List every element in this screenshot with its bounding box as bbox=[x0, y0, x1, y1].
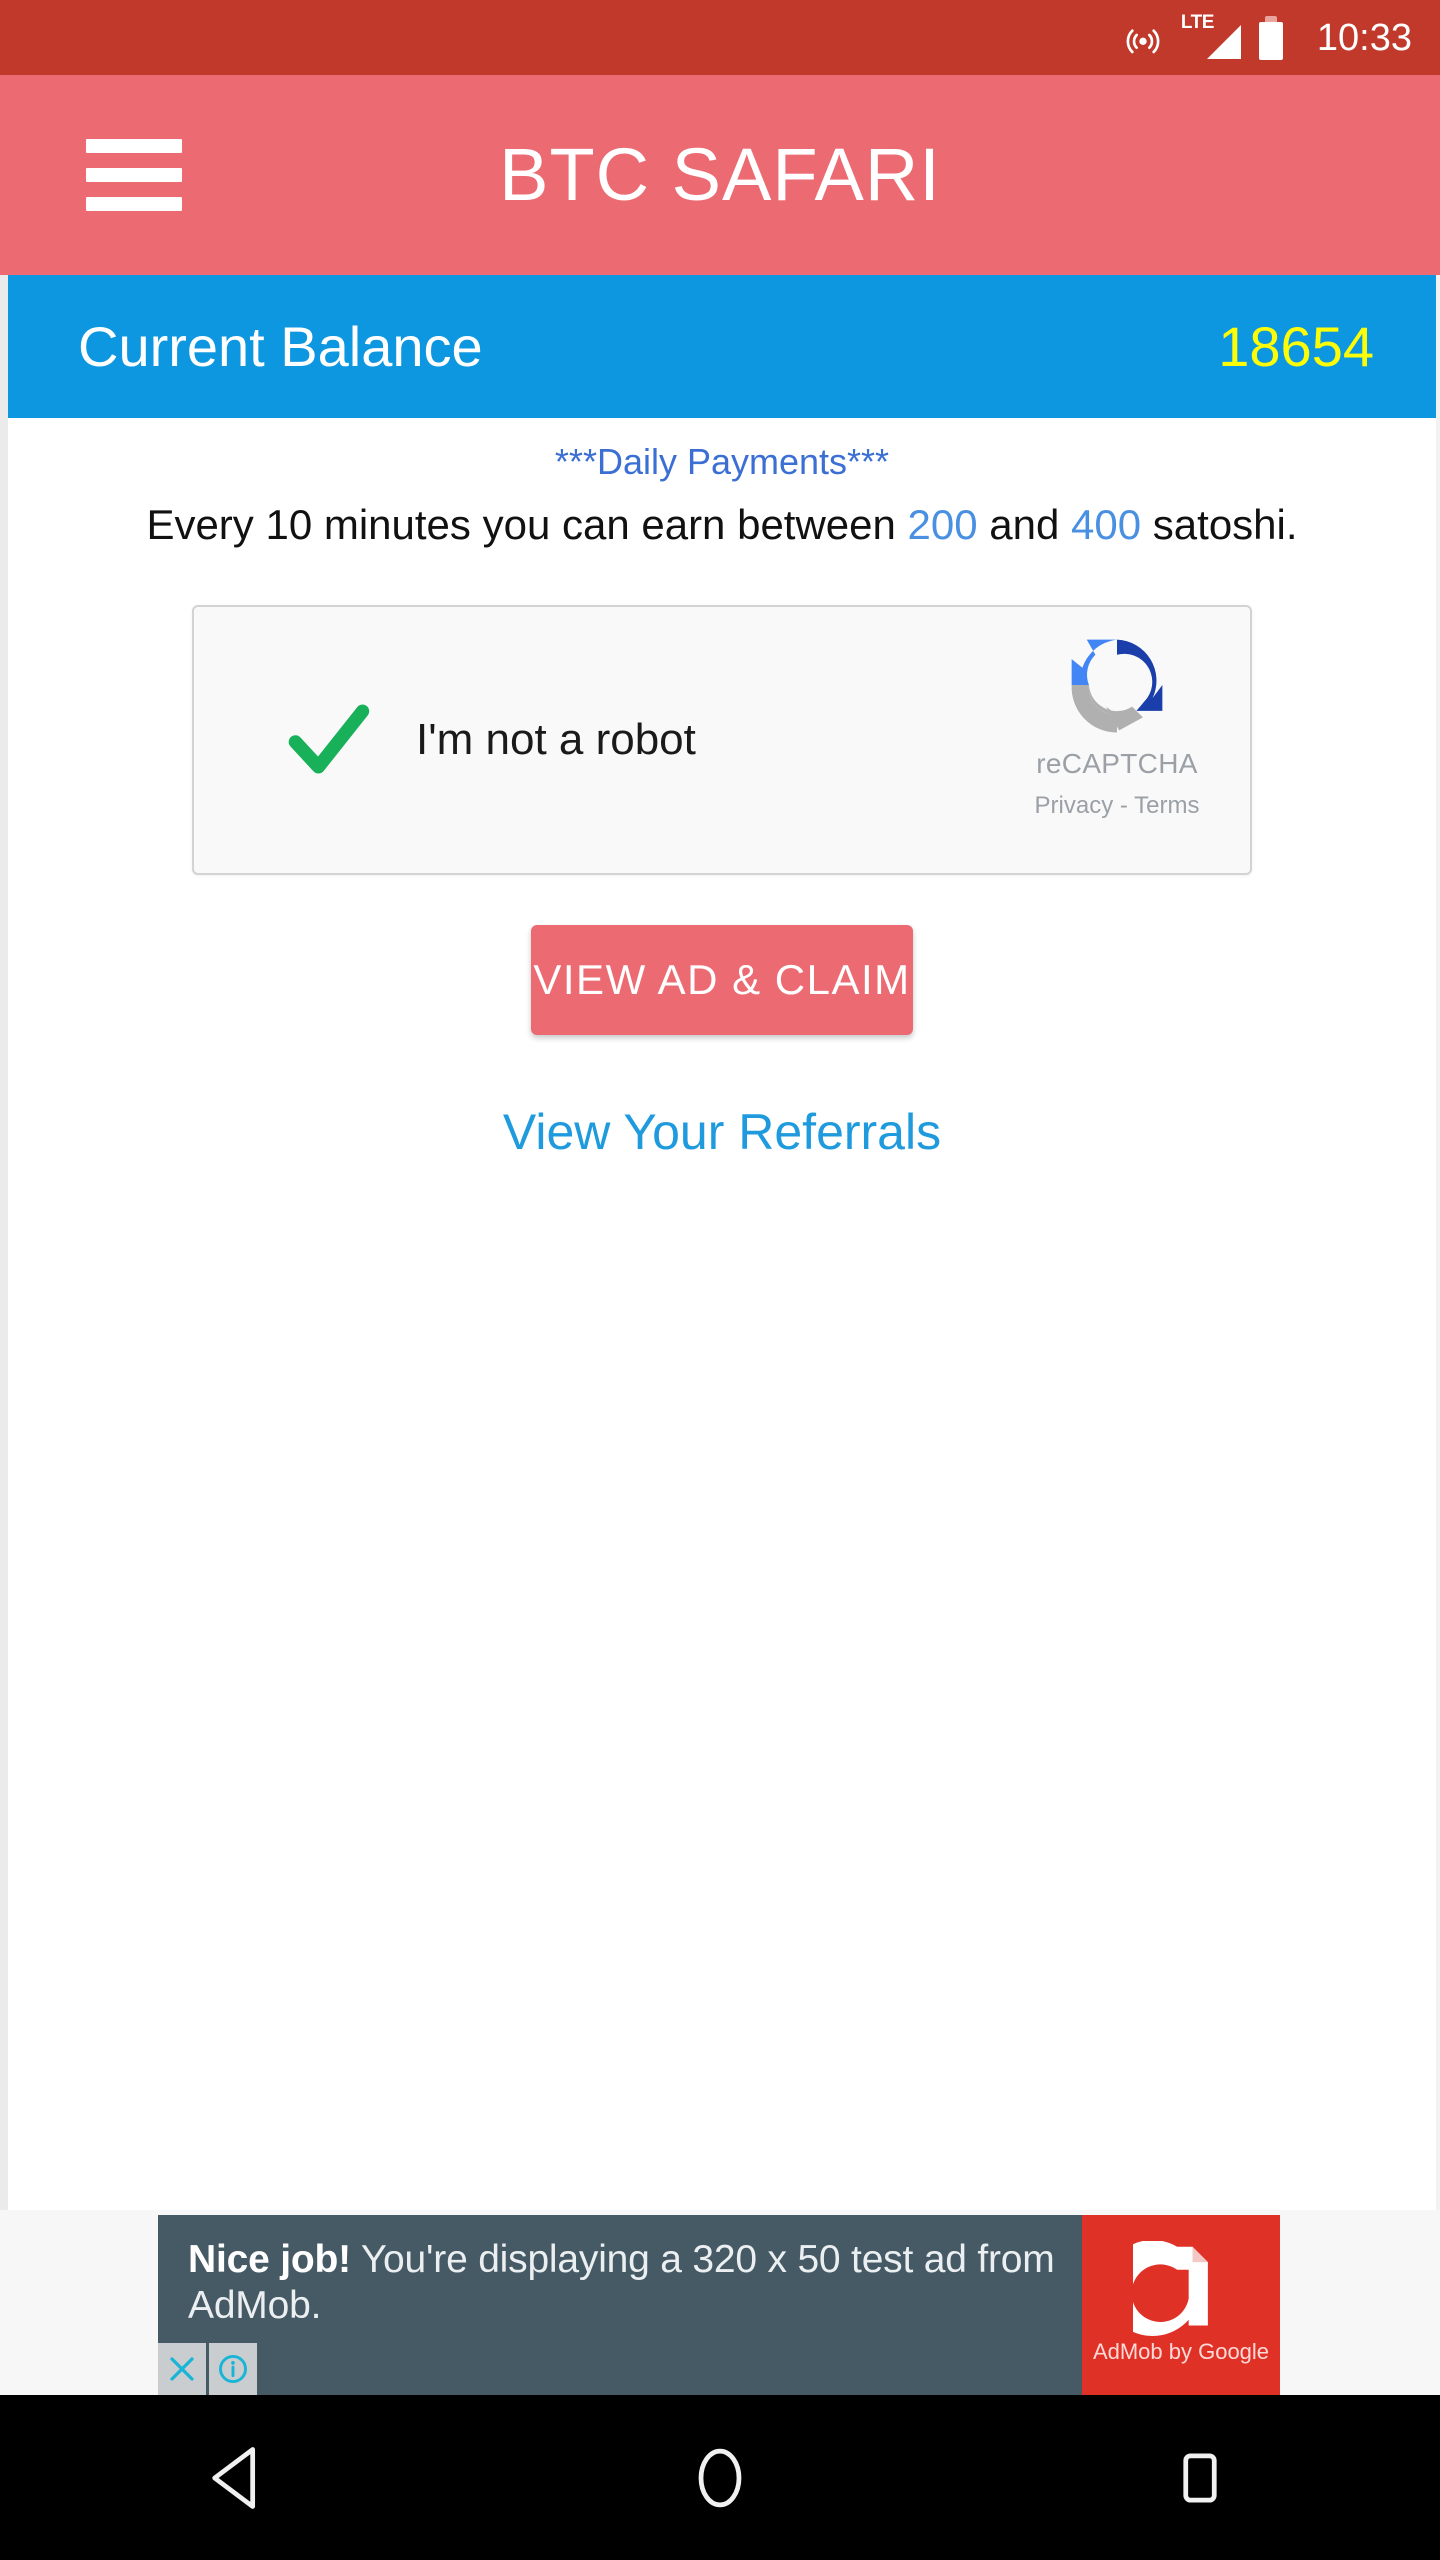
view-referrals-link[interactable]: View Your Referrals bbox=[8, 1107, 1436, 1157]
ad-controls bbox=[158, 2343, 257, 2395]
status-icons: LTE 10:33 bbox=[1123, 13, 1412, 61]
earn-middle: and bbox=[977, 500, 1072, 548]
recaptcha-branding: reCAPTCHA Privacy - Terms bbox=[1002, 631, 1232, 818]
webview-content: Current Balance 18654 ***Daily Payments*… bbox=[0, 275, 1440, 2210]
earn-prefix: Every 10 minutes you can earn between bbox=[146, 500, 908, 548]
balance-label: Current Balance bbox=[78, 314, 483, 378]
recaptcha-terms-link[interactable]: Privacy - Terms bbox=[1002, 793, 1232, 818]
app-bar: BTC SAFARI bbox=[0, 75, 1440, 275]
home-circle-icon[interactable] bbox=[645, 2403, 795, 2553]
info-circle-icon[interactable] bbox=[209, 2343, 257, 2395]
back-triangle-icon[interactable] bbox=[165, 2403, 315, 2553]
earn-max-amount: 400 bbox=[1071, 500, 1142, 548]
daily-payments-heading: ***Daily Payments*** bbox=[554, 441, 890, 482]
admob-brand-text: AdMob by Google bbox=[1092, 2339, 1270, 2364]
admob-brand-panel[interactable]: AdMob by Google bbox=[1082, 2215, 1280, 2395]
signal-triangle bbox=[1206, 24, 1241, 59]
phone-screen: LTE 10:33 BTC SAFARI Current Balance 186… bbox=[0, 0, 1440, 2560]
ad-body[interactable]: Nice job! You're displaying a 320 x 50 t… bbox=[158, 2215, 1082, 2395]
admob-logo-icon bbox=[1104, 2240, 1229, 2337]
ad-headline: Nice job! bbox=[188, 2238, 351, 2281]
signal-bars-icon: LTE bbox=[1181, 13, 1241, 61]
recents-square-icon[interactable] bbox=[1125, 2403, 1275, 2553]
balance-bar: Current Balance 18654 bbox=[8, 275, 1436, 418]
earn-description: Every 10 minutes you can earn between 20… bbox=[8, 500, 1436, 550]
recaptcha-brand-name: reCAPTCHA bbox=[1036, 747, 1198, 779]
battery-icon bbox=[1258, 15, 1283, 60]
recaptcha-label: I'm not a robot bbox=[416, 714, 696, 764]
view-ad-claim-button[interactable]: VIEW AD & CLAIM bbox=[531, 924, 913, 1035]
system-navigation-bar bbox=[0, 2395, 1440, 2560]
green-check-icon[interactable] bbox=[282, 694, 374, 786]
earn-suffix: satoshi. bbox=[1141, 500, 1298, 548]
recaptcha-widget[interactable]: I'm not a robot reCAPTCHA Privacy - Term… bbox=[192, 604, 1252, 875]
balance-value: 18654 bbox=[1218, 314, 1374, 378]
status-bar: LTE 10:33 bbox=[0, 0, 1440, 75]
admob-banner[interactable]: Nice job! You're displaying a 320 x 50 t… bbox=[158, 2215, 1280, 2395]
ad-text: Nice job! You're displaying a 320 x 50 t… bbox=[188, 2237, 1082, 2329]
earn-min-amount: 200 bbox=[907, 500, 978, 548]
close-x-icon[interactable] bbox=[158, 2343, 206, 2395]
hotspot-icon bbox=[1123, 18, 1163, 58]
hamburger-menu-icon[interactable] bbox=[86, 139, 182, 211]
status-clock: 10:33 bbox=[1316, 16, 1412, 59]
page-title: BTC SAFARI bbox=[499, 133, 941, 216]
recaptcha-logo-icon bbox=[1063, 639, 1171, 743]
